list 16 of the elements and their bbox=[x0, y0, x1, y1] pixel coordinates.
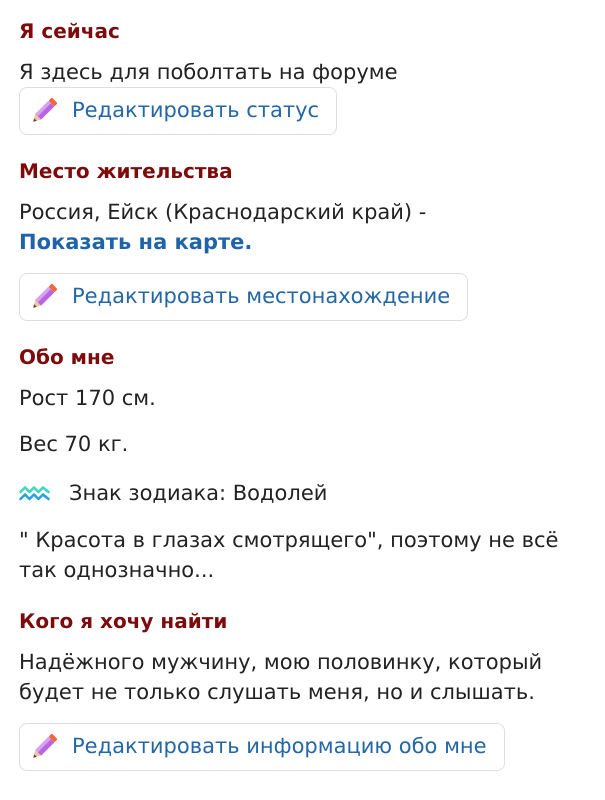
section-heading: Кого я хочу найти bbox=[19, 608, 228, 635]
info-text: Вес 70 кг. bbox=[19, 431, 130, 458]
info-text: Рост 170 см. bbox=[19, 385, 157, 412]
edit-button[interactable]: Редактировать статус bbox=[19, 87, 338, 135]
section-heading: Место жительства bbox=[19, 158, 234, 185]
show-on-map-link[interactable]: Показать на карте. bbox=[19, 230, 252, 254]
status-text: Я здесь для поболтать на форуме bbox=[19, 59, 399, 86]
location-text: Россия, Ейск (Краснодарский край) - Показать на карте. bbox=[19, 199, 428, 256]
section-heading: Я сейчас bbox=[19, 18, 121, 45]
aquarius-icon bbox=[19, 485, 50, 501]
edit-button[interactable]: Редактировать информацию обо мне bbox=[19, 723, 505, 771]
edit-button[interactable]: Редактировать местонахождение bbox=[19, 273, 468, 321]
info-text: Надёжного мужчину, мою половинку, который будет не только слушать меня, но и слышать. bbox=[19, 649, 544, 706]
section-heading: Обо мне bbox=[19, 344, 116, 371]
zodiac-sign-text: Знак зодиака: Водолей bbox=[69, 480, 328, 507]
info-text: " Красота в глазах смотрящего", поэтому не всё так однозначно... bbox=[19, 527, 560, 584]
